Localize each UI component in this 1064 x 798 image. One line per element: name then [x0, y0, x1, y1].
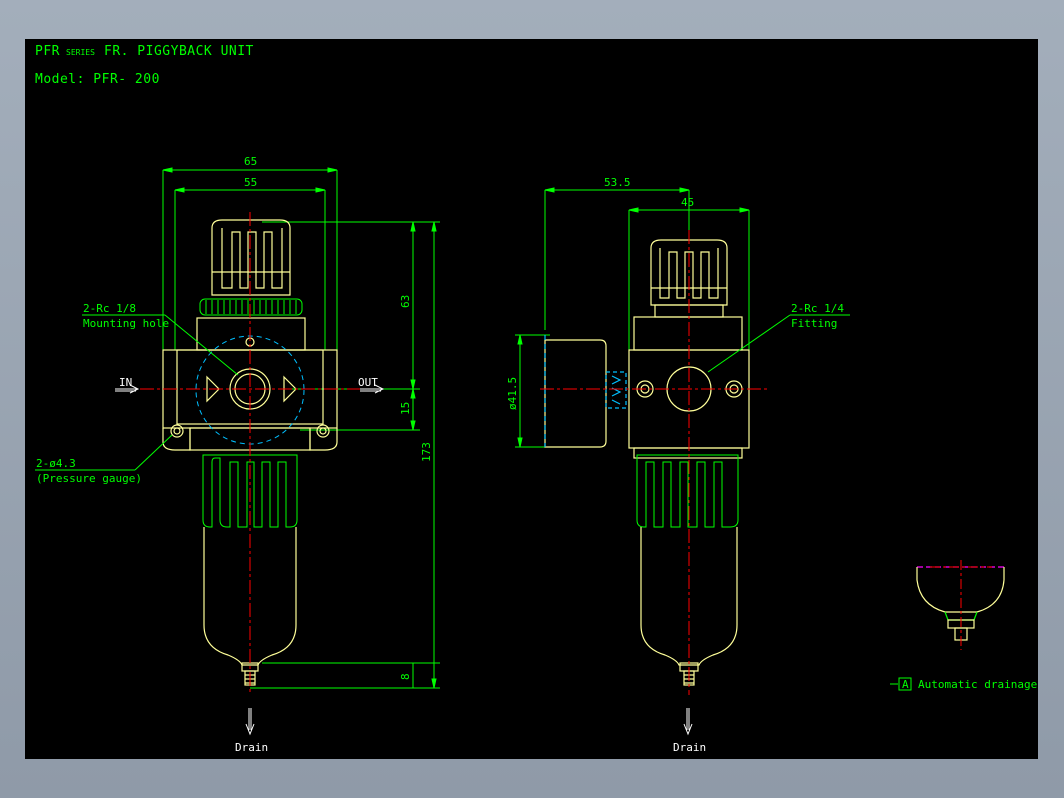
dim-height-top: 63 — [399, 295, 412, 308]
title-block: PFR SERIES FR. PIGGYBACK UNIT Model: PFR… — [35, 44, 254, 87]
dim-height-total: 173 — [420, 442, 433, 462]
title-series: SERIES — [66, 48, 95, 57]
fitting-callout-line1: 2-Rc 1/4 — [791, 302, 844, 315]
front-bonnet — [196, 317, 306, 351]
model-label: Model: PFR- 200 — [35, 72, 160, 87]
side-drain-label: Drain — [673, 741, 706, 754]
side-bonnet — [633, 316, 743, 351]
title-name: FR. PIGGYBACK UNIT — [104, 44, 254, 59]
front-lock-ring — [199, 298, 303, 316]
side-centerlines — [540, 230, 770, 695]
title-prefix: PFR — [35, 44, 60, 59]
front-knob — [211, 219, 291, 296]
port-in-label: IN — [119, 376, 132, 389]
dim-depth-total: 53.5 — [604, 176, 631, 189]
detail-label: Automatic drainage — [918, 678, 1037, 691]
dim-width-outer: 65 — [244, 155, 257, 168]
dim-diameter: ø41.5 — [506, 377, 519, 410]
detail-tag: A — [902, 678, 909, 691]
mount-callout-line1: 2-Rc 1/8 — [83, 302, 136, 315]
gauge-callout-line2: (Pressure gauge) — [36, 472, 142, 485]
gauge-callout-line1: 2-ø4.3 — [36, 457, 76, 470]
fitting-callout-line2: Fitting — [791, 317, 837, 330]
dim-height-drain: 8 — [399, 673, 412, 680]
side-drain-arrow — [683, 708, 693, 736]
port-out-label: OUT — [358, 376, 378, 389]
side-bowl-guard — [636, 454, 739, 528]
dim-width-inner: 55 — [244, 176, 257, 189]
dim-depth-body: 45 — [681, 196, 694, 209]
front-drain-label: Drain — [235, 741, 268, 754]
front-centerlines — [140, 212, 365, 695]
side-view: 53.5 45 ø41.5 2-Rc 1/4 Fitting Drain — [506, 176, 850, 754]
cad-drawing: PFR SERIES FR. PIGGYBACK UNIT Model: PFR… — [35, 44, 1037, 754]
detail-automatic-drain: A Automatic drainage — [890, 560, 1037, 691]
side-gauge — [544, 335, 627, 448]
front-view: 65 55 63 15 173 8 IN OUT 2-Rc 1/8 Mounti… — [35, 155, 440, 754]
mount-callout-line2: Mounting hole — [83, 317, 169, 330]
dim-height-mid: 15 — [399, 402, 412, 415]
front-drain-arrow — [245, 708, 255, 736]
